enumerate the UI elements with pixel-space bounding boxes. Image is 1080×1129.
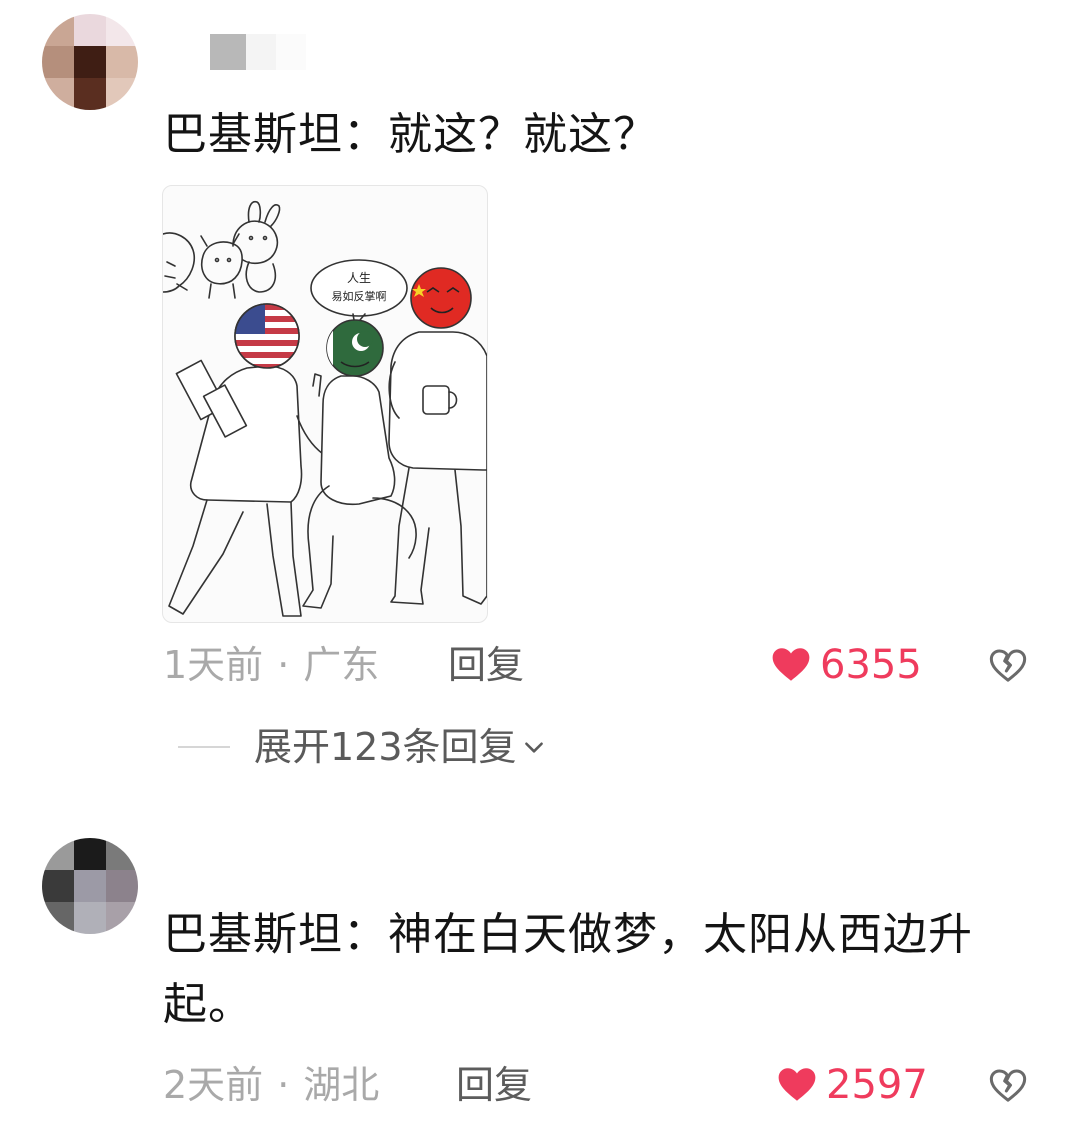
expand-divider: [178, 746, 230, 748]
expand-replies[interactable]: 展开123条回复: [178, 722, 547, 772]
reply-button[interactable]: 回复: [448, 640, 524, 690]
like-button[interactable]: 6355: [770, 640, 922, 690]
speech-bubble-line1: 人生: [347, 271, 371, 285]
like-button[interactable]: 2597: [776, 1060, 928, 1110]
speech-bubble-line2: 易如反掌啊: [332, 289, 387, 303]
chevron-down-icon: [524, 742, 543, 753]
comment-location: 湖北: [303, 1063, 380, 1107]
comment-text: 巴基斯坦：就这？就这？: [163, 109, 658, 160]
comment-image[interactable]: 人生 易如反掌啊: [162, 185, 488, 623]
avatar[interactable]: [42, 838, 138, 934]
reply-button[interactable]: 回复: [456, 1060, 532, 1110]
comment-text: 巴基斯坦：神在白天做梦，太阳从西边升起。: [163, 909, 973, 1030]
comment-time: 2天前: [163, 1063, 264, 1107]
countryball-illustration: 人生 易如反掌啊: [163, 200, 487, 617]
broken-heart-icon[interactable]: [988, 1066, 1028, 1106]
meta-separator: ·: [277, 1063, 290, 1107]
heart-filled-icon: [778, 1068, 816, 1101]
heart-filled-icon: [772, 648, 810, 681]
meta-separator: ·: [277, 643, 290, 687]
expand-label: 展开123条回复: [254, 725, 517, 769]
like-count: 6355: [820, 642, 922, 688]
username[interactable]: [210, 34, 340, 70]
like-count: 2597: [826, 1062, 928, 1108]
comment-time: 1天前: [163, 643, 264, 687]
comment-meta: 2天前 · 湖北: [163, 1060, 379, 1110]
avatar[interactable]: [42, 14, 138, 110]
comment-location: 广东: [303, 643, 380, 687]
comment-1: 巴基斯坦：就这？就这？ 人生 易如反掌啊 1天前 · 广东 回复 6355 展开…: [0, 0, 1080, 800]
broken-heart-icon[interactable]: [988, 646, 1028, 686]
comment-2: 巴基斯坦：神在白天做梦，太阳从西边升起。 2天前 · 湖北 回复 2597: [0, 800, 1080, 1129]
comment-meta: 1天前 · 广东: [163, 640, 379, 690]
